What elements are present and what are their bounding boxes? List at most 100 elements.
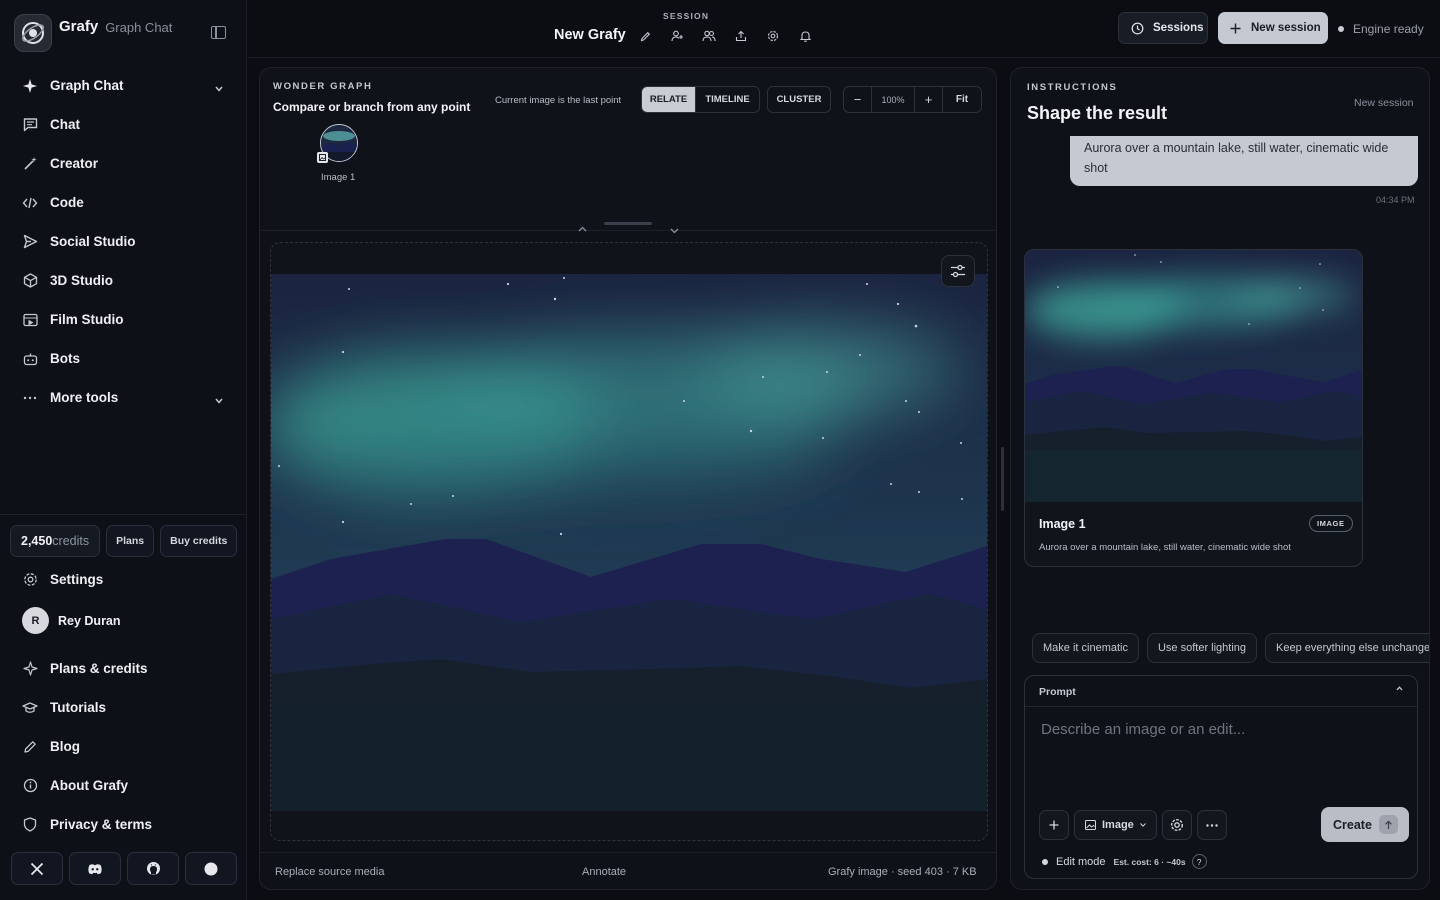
history-icon (1131, 22, 1144, 35)
view-mode-toggle: RELATE TIMELINE (641, 86, 760, 113)
collapse-caret-icon[interactable] (1396, 683, 1403, 694)
user-message: Aurora over a mountain lake, still water… (1070, 136, 1418, 186)
shield-icon (22, 817, 38, 833)
sidebar-toggle-icon[interactable] (211, 26, 226, 39)
user-add-icon[interactable] (669, 28, 685, 44)
sparkle-outline-icon (22, 661, 38, 677)
chevron-down-icon[interactable] (215, 80, 223, 95)
bell-icon[interactable] (797, 28, 813, 44)
sidebar-item-label: Chat (50, 117, 80, 132)
sliders-icon (951, 264, 965, 278)
sidebar-item-social-studio[interactable]: Social Studio (0, 222, 247, 261)
sidebar-item-code[interactable]: Code (0, 183, 247, 222)
tab-timeline[interactable]: TIMELINE (695, 87, 759, 112)
create-label: Create (1333, 817, 1372, 832)
sidebar-item-label: About Grafy (50, 778, 129, 793)
image-canvas[interactable] (270, 242, 988, 841)
image-icon (1085, 820, 1096, 830)
annotate-button[interactable]: Annotate (582, 866, 626, 878)
sidebar-item-graph-chat[interactable]: Graph Chat (0, 66, 247, 105)
zoom-control: − 100% + Fit (843, 86, 982, 113)
bot-icon (22, 351, 38, 367)
github-icon[interactable] (127, 852, 179, 885)
tab-relate[interactable]: RELATE (642, 87, 695, 112)
circle-icon[interactable] (185, 852, 237, 885)
sidebar-item-bots[interactable]: Bots (0, 339, 247, 378)
chip-keep-unchanged[interactable]: Keep everything else unchanged (1265, 633, 1429, 663)
zoom-in-button[interactable]: + (915, 87, 943, 112)
collapse-up-icon[interactable] (578, 219, 587, 237)
image-info: Grafy image · seed 403 · 7 KB (828, 866, 977, 878)
film-icon (22, 312, 38, 328)
help-icon[interactable]: ? (1191, 854, 1207, 869)
sparkle-icon (22, 78, 38, 94)
attach-button[interactable] (1039, 810, 1069, 840)
user-profile[interactable]: R Rey Duran (22, 607, 121, 634)
image-badge: IMAGE (1309, 515, 1353, 532)
output-type-select[interactable]: Image (1074, 810, 1157, 840)
sidebar-item-film-studio[interactable]: Film Studio (0, 300, 247, 339)
buy-credits-button[interactable]: Buy credits (160, 525, 238, 557)
sidebar-item-more-tools[interactable]: More tools (0, 378, 247, 417)
adjust-sliders-button[interactable] (941, 255, 975, 287)
prompt-settings-button[interactable] (1161, 810, 1192, 840)
new-session-button[interactable]: New session (1218, 12, 1328, 44)
sidebar-item-tutorials[interactable]: Tutorials (0, 688, 247, 727)
aurora-image (271, 274, 987, 811)
create-button[interactable]: Create (1321, 807, 1409, 842)
sidebar-item-chat[interactable]: Chat (0, 105, 247, 144)
edit-mode-label[interactable]: Edit mode (1056, 856, 1106, 868)
sidebar-item-label: 3D Studio (50, 273, 113, 288)
plus-icon (1049, 820, 1059, 830)
session-title[interactable]: New Grafy (554, 27, 626, 43)
new-session-link[interactable]: New session (1354, 97, 1414, 109)
chevron-down-icon[interactable] (215, 392, 223, 407)
gear-icon (1170, 818, 1183, 832)
edit-mode-row: Edit mode Est. cost: 6 · ~40s ? (1042, 854, 1207, 869)
sidebar-item-3d-studio[interactable]: 3D Studio (0, 261, 247, 300)
pencil-icon (22, 739, 38, 755)
result-image-card[interactable]: Image 1 IMAGE Aurora over a mountain lak… (1024, 249, 1363, 567)
tab-cluster[interactable]: CLUSTER (768, 87, 830, 112)
sidebar-item-blog[interactable]: Blog (0, 727, 247, 766)
edit-icon[interactable] (637, 28, 653, 44)
chevron-down-icon (1139, 823, 1146, 827)
card-title: Image 1 (1039, 517, 1086, 531)
zoom-out-button[interactable]: − (844, 87, 872, 112)
brand[interactable]: Grafy Graph Chat (14, 14, 172, 52)
graph-panel: WONDER GRAPH Compare or branch from any … (259, 67, 997, 890)
replace-source-button[interactable]: Replace source media (275, 866, 384, 878)
users-icon[interactable] (701, 28, 717, 44)
chip-make-it-cinematic[interactable]: Make it cinematic (1032, 633, 1139, 663)
fit-button[interactable]: Fit (943, 87, 981, 112)
sidebar-divider (0, 514, 247, 515)
zoom-level: 100% (872, 87, 915, 112)
sidebar-item-label: Blog (50, 739, 80, 754)
sidebar-item-plans-credits[interactable]: Plans & credits (0, 649, 247, 688)
grafy-logo-icon (14, 14, 52, 52)
prompt-input[interactable] (1041, 721, 1401, 738)
sidebar-item-label: More tools (50, 390, 119, 405)
x-icon[interactable] (11, 852, 63, 885)
prompt-toolbar: Image (1039, 810, 1227, 840)
topbar: SESSION New Grafy Sessions New session E… (248, 0, 1440, 58)
credits-amount: 2,450 (21, 534, 53, 548)
plus-icon (1230, 23, 1241, 34)
discord-icon[interactable] (69, 852, 121, 885)
sidebar-item-privacy[interactable]: Privacy & terms (0, 805, 247, 844)
sidebar-item-creator[interactable]: Creator (0, 144, 247, 183)
sessions-button[interactable]: Sessions (1118, 12, 1208, 44)
gear-icon[interactable] (765, 28, 781, 44)
sidebar-item-about[interactable]: About Grafy (0, 766, 247, 805)
plans-button[interactable]: Plans (106, 525, 155, 557)
status-dot-icon (1338, 26, 1344, 32)
credits-row: 2,450 credits Plans Buy credits (10, 525, 238, 557)
panel-split-handle[interactable] (1001, 447, 1004, 511)
chip-softer-lighting[interactable]: Use softer lighting (1146, 633, 1258, 663)
share-icon[interactable] (733, 28, 749, 44)
sidebar-item-settings[interactable]: Settings (0, 560, 247, 599)
expand-down-icon[interactable] (670, 221, 679, 239)
resize-handle[interactable] (604, 222, 652, 225)
cluster-toggle: CLUSTER (767, 86, 831, 113)
more-options-button[interactable] (1196, 810, 1227, 840)
